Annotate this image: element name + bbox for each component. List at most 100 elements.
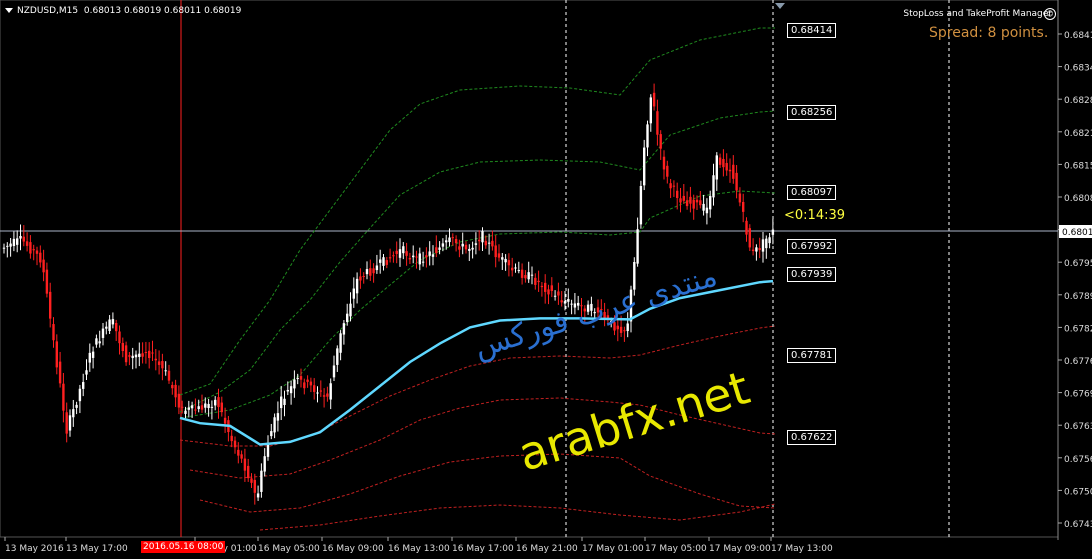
time-tick-label: 16 May 13:00 — [388, 544, 450, 554]
bear-candle — [435, 247, 438, 254]
bear-candle — [299, 376, 303, 380]
chart-shift-marker-icon[interactable] — [775, 3, 785, 9]
bull-candle — [639, 186, 643, 225]
bear-candle — [306, 379, 309, 382]
bull-candle — [276, 413, 280, 421]
bear-candle — [177, 393, 181, 408]
bear-candle — [161, 361, 164, 369]
bear-candle — [313, 385, 316, 392]
bear-candle — [151, 352, 154, 354]
bull-candle — [626, 323, 629, 332]
price-tag[interactable]: 0.67939 — [787, 267, 837, 282]
bear-candle — [35, 250, 39, 254]
bull-candle — [336, 348, 339, 365]
bear-candle — [520, 269, 524, 278]
bull-candle — [375, 265, 379, 271]
bull-candle — [504, 258, 507, 263]
bear-candle — [319, 390, 322, 392]
bear-candle — [458, 246, 461, 250]
price-tag[interactable]: 0.68097 — [787, 185, 837, 200]
bear-candle — [722, 158, 725, 168]
symbol-timeframe: NZDUSD,M15 — [17, 6, 79, 16]
time-tick-label: 17 May 13:00 — [771, 544, 833, 554]
bull-candle — [421, 261, 425, 263]
expert-advisor-name: StopLoss and TakeProfit Manager — [903, 9, 1052, 19]
price-tick-label: 0.6789 — [1064, 292, 1092, 302]
bear-candle — [454, 239, 458, 244]
bull-candle — [289, 386, 293, 394]
price-chart[interactable]: 0.6841 0.6834 0.6828 0.6821 0.6815 0.6808 0.68… — [0, 0, 1092, 559]
price-tick-label: 0.6756 — [1064, 455, 1092, 465]
bull-candle — [286, 389, 289, 392]
bull-candle — [78, 388, 82, 402]
bull-candle — [379, 259, 382, 263]
bear-candle — [220, 402, 223, 413]
bear-candle — [369, 268, 372, 276]
bear-candle — [174, 384, 177, 398]
bull-candle — [316, 392, 319, 394]
bear-candle — [237, 449, 240, 456]
bear-candle — [662, 156, 666, 170]
bear-candle — [62, 383, 65, 411]
highlighted-date: 2016.05.16 08:00 — [141, 541, 226, 553]
bull-candle — [98, 341, 101, 344]
bear-candle — [751, 249, 755, 252]
candle-timer: <0:14:39 — [784, 208, 846, 223]
bull-candle — [190, 405, 194, 409]
price-tick-label: 0.6750 — [1064, 487, 1092, 497]
bull-candle — [184, 410, 187, 414]
bull-candle — [702, 203, 705, 211]
bear-candle — [385, 260, 388, 265]
bull-candle — [517, 270, 520, 272]
bull-candle — [761, 239, 765, 252]
price-tag[interactable]: 0.67622 — [787, 430, 837, 445]
bull-candle — [105, 326, 108, 329]
bear-candle — [560, 300, 563, 303]
bear-candle — [699, 200, 702, 206]
bear-candle — [511, 267, 514, 271]
bear-candle — [540, 285, 544, 288]
bull-candle — [365, 269, 369, 275]
bear-candle — [55, 341, 58, 368]
bull-candle — [501, 257, 504, 260]
bull-candle — [16, 238, 19, 245]
chart-menu-arrow-icon[interactable] — [5, 8, 13, 13]
price-tick-label: 0.6763 — [1064, 422, 1092, 432]
bear-candle — [524, 275, 527, 279]
bear-candle — [217, 397, 220, 408]
price-tag[interactable]: 0.68256 — [787, 105, 837, 120]
price-tag[interactable]: 0.67781 — [787, 348, 837, 363]
bull-candle — [712, 175, 715, 198]
bull-candle — [95, 338, 98, 345]
bear-candle — [491, 240, 494, 247]
bull-candle — [91, 351, 95, 358]
price-tag[interactable]: 0.68414 — [787, 23, 837, 38]
bear-candle — [547, 289, 550, 295]
time-tick-label: 16 May 05:00 — [258, 544, 320, 554]
bear-candle — [676, 190, 679, 199]
bear-candle — [758, 248, 761, 251]
bull-candle — [471, 247, 474, 250]
upper-band-middle — [179, 110, 776, 413]
bear-candle — [623, 330, 626, 332]
bull-candle — [270, 431, 273, 437]
bear-candle — [233, 440, 237, 448]
price-tag[interactable]: 0.67992 — [787, 239, 837, 254]
bull-candle — [445, 240, 448, 243]
price-tick-label: 0.6815 — [1064, 161, 1092, 171]
bear-candle — [689, 196, 692, 204]
price-tick-label: 0.6841 — [1064, 31, 1092, 41]
bear-candle — [550, 285, 553, 292]
price-tick-label: 0.6828 — [1064, 96, 1092, 106]
smiley-icon[interactable]: ☺ — [1044, 8, 1056, 20]
bull-candle — [72, 409, 75, 418]
bear-candle — [484, 240, 487, 246]
bear-candle — [65, 412, 68, 434]
bull-candle — [207, 403, 210, 409]
bear-candle — [200, 405, 204, 410]
bear-candle — [557, 291, 560, 296]
bull-candle — [636, 229, 639, 264]
bull-candle — [553, 295, 557, 297]
time-tick-label: 17 May 01:00 — [582, 544, 644, 554]
bear-candle — [171, 384, 174, 389]
